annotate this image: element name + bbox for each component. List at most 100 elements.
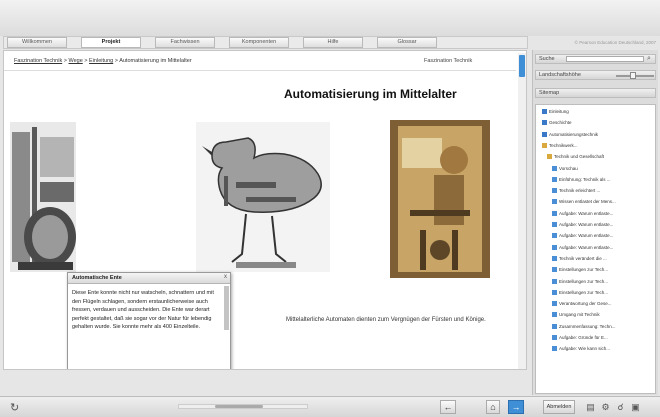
help-icon[interactable]: ☌: [615, 401, 626, 413]
sitemap-item-label: Vorschau: [559, 165, 578, 171]
sitemap-tree: Einleitung Geschichte Automatisierungstech…: [535, 104, 656, 394]
page-icon: [552, 312, 557, 318]
page-icon: [552, 323, 557, 329]
print-icon[interactable]: ▤: [585, 401, 596, 413]
sitemap-item-label: Geschichte: [549, 120, 572, 126]
sitemap-item[interactable]: Geschichte: [542, 120, 572, 129]
sitemap-item-label: Technik und Gesellschaft: [554, 154, 605, 160]
search-input[interactable]: [566, 56, 644, 62]
vertical-scroll-thumb[interactable]: [519, 55, 525, 77]
engraving-image: [10, 122, 76, 272]
trash-icon[interactable]: ▣: [630, 401, 641, 413]
sitemap-item[interactable]: Zusammenfassung: Techn...: [552, 323, 615, 333]
close-icon[interactable]: x: [224, 274, 227, 280]
page-icon: [552, 199, 557, 205]
sitemap-item[interactable]: Technik und Gesellschaft: [547, 154, 604, 163]
horizontal-scroll-thumb[interactable]: [215, 405, 263, 408]
sitemap-label: Sitemap: [539, 90, 560, 96]
tab-komponenten[interactable]: Komponenten: [229, 37, 289, 48]
breadcrumb-separator: >: [114, 58, 118, 64]
doc-icon: [542, 120, 547, 126]
page-icon: [552, 222, 557, 227]
top-band: [0, 0, 660, 36]
tab-bar: Willkommen Projekt Fachwissen Komponenten Hi…: [3, 36, 528, 49]
sitemap-item[interactable]: Technik verändert die ...: [552, 255, 607, 265]
sitemap-item-label: Umgang mit Technik: [559, 312, 600, 318]
logout-button[interactable]: Abmelden: [543, 400, 575, 414]
sitemap-item-label: Automatisierungstechnik: [549, 131, 599, 137]
sitemap-item[interactable]: Automatisierungstechnik: [542, 131, 599, 141]
sitemap-header[interactable]: Sitemap: [535, 88, 656, 98]
content-area: Faszination Technik > Wege > Einleitung …: [3, 50, 527, 370]
page-icon: [552, 267, 557, 273]
sitemap-item-label: Einstellungen zur Tech...: [559, 289, 608, 295]
back-button[interactable]: ←: [440, 400, 456, 414]
doc-icon: [542, 109, 547, 114]
breadcrumb-separator: >: [84, 58, 88, 64]
size-label: Landschaftshöhe: [539, 72, 581, 78]
sitemap-item[interactable]: Aufgabe: Gründe für E...: [552, 335, 608, 344]
sitemap-item-label: Technikwerk...: [549, 142, 578, 148]
sitemap-item[interactable]: Aufgabe: Wie kann sich...: [552, 346, 610, 355]
popup-scrollbar[interactable]: [224, 286, 229, 330]
tab-glossar[interactable]: Glossar: [377, 37, 437, 48]
sitemap-item[interactable]: Umgang mit Technik: [552, 312, 600, 321]
sitemap-item[interactable]: Verantwortung der Gese...: [552, 301, 612, 310]
page-icon: [552, 165, 557, 171]
image-caption: Mittelalterliche Automaten dienten zum V…: [286, 317, 486, 323]
page-icon: [552, 255, 557, 261]
sitemap-item[interactable]: Einstellungen zur Tech...: [552, 278, 608, 288]
sitemap-item[interactable]: Aufgabe: Warum entlaste...: [552, 233, 613, 242]
sitemap-item-label: Einstellungen zur Tech...: [559, 278, 608, 284]
sitemap-item[interactable]: Vorschau: [552, 165, 578, 175]
sitemap-item-label: Technik verändert die ...: [559, 255, 607, 261]
sitemap-item-label: Aufgabe: Wie kann sich...: [559, 346, 611, 352]
breadcrumb-link-wege[interactable]: Wege: [68, 58, 82, 64]
page-icon: [552, 335, 557, 340]
home-button[interactable]: ⌂: [486, 400, 500, 414]
sitemap-item-label: Verantwortung der Gese...: [559, 301, 612, 307]
breadcrumb-link-einleitung[interactable]: Einleitung: [89, 58, 113, 64]
sitemap-item[interactable]: Technik erleichtert ...: [552, 188, 600, 197]
tab-projekt[interactable]: Projekt: [81, 37, 141, 48]
popup-title: Automatische Ente: [72, 275, 122, 281]
tools-icon[interactable]: ⚙: [600, 401, 611, 413]
tab-hilfe[interactable]: Hilfe: [303, 37, 363, 48]
breadcrumb-link-faszination[interactable]: Faszination Technik: [14, 58, 62, 64]
folder-icon: [547, 154, 552, 160]
tab-willkommen[interactable]: Willkommen: [7, 37, 67, 48]
sitemap-item-label: Einführung: Technik als ...: [559, 176, 611, 182]
search-label: Suche: [539, 56, 555, 62]
search-icon[interactable]: ⌕: [647, 55, 651, 63]
sitemap-item[interactable]: Technikwerk...: [542, 142, 578, 152]
info-popup: Automatische Ente x Diese Ente konnte ni…: [67, 272, 231, 369]
tab-fachwissen[interactable]: Fachwissen: [155, 37, 215, 48]
folder-icon: [542, 142, 547, 148]
sitemap-item[interactable]: Einstellungen zur Tech...: [552, 267, 608, 276]
sitemap-item-label: Aufgabe: Gründe für E...: [559, 335, 608, 340]
slider-handle[interactable]: [630, 72, 636, 79]
sitemap-item[interactable]: Einführung: Technik als ...: [552, 176, 611, 186]
section-label: Faszination Technik: [424, 58, 473, 64]
breadcrumb: Faszination Technik > Wege > Einleitung …: [4, 51, 516, 71]
sitemap-item[interactable]: Wissen entlastet der Mens...: [552, 199, 616, 208]
sitemap-item[interactable]: Einstellungen zur Tech...: [552, 289, 608, 299]
page-icon: [552, 278, 557, 284]
sitemap-item[interactable]: Aufgabe: Warum entlaste...: [552, 244, 613, 254]
page-icon: [552, 244, 557, 250]
sitemap-item[interactable]: Aufgabe: Warum entlaste...: [552, 210, 614, 220]
size-row: Landschaftshöhe: [535, 70, 656, 80]
sitemap-item-label: Aufgabe: Warum entlaste...: [559, 210, 614, 216]
next-button[interactable]: →: [508, 400, 524, 414]
page-icon: [552, 346, 557, 352]
sitemap-item-label: Technik erleichtert ...: [559, 188, 601, 194]
page-icon: [552, 289, 557, 295]
page-icon: [552, 233, 557, 239]
sitemap-item[interactable]: Einleitung: [542, 109, 569, 118]
refresh-icon[interactable]: ↻: [10, 401, 19, 414]
popup-header[interactable]: Automatische Ente x: [68, 273, 230, 284]
page-icon: [552, 188, 557, 194]
vertical-scrollbar[interactable]: [518, 53, 526, 369]
sitemap-item[interactable]: Aufgabe: Warum entlaste...: [552, 222, 613, 231]
sidebar: Suche ⌕ Landschaftshöhe Sitemap Einleitu…: [532, 50, 658, 395]
